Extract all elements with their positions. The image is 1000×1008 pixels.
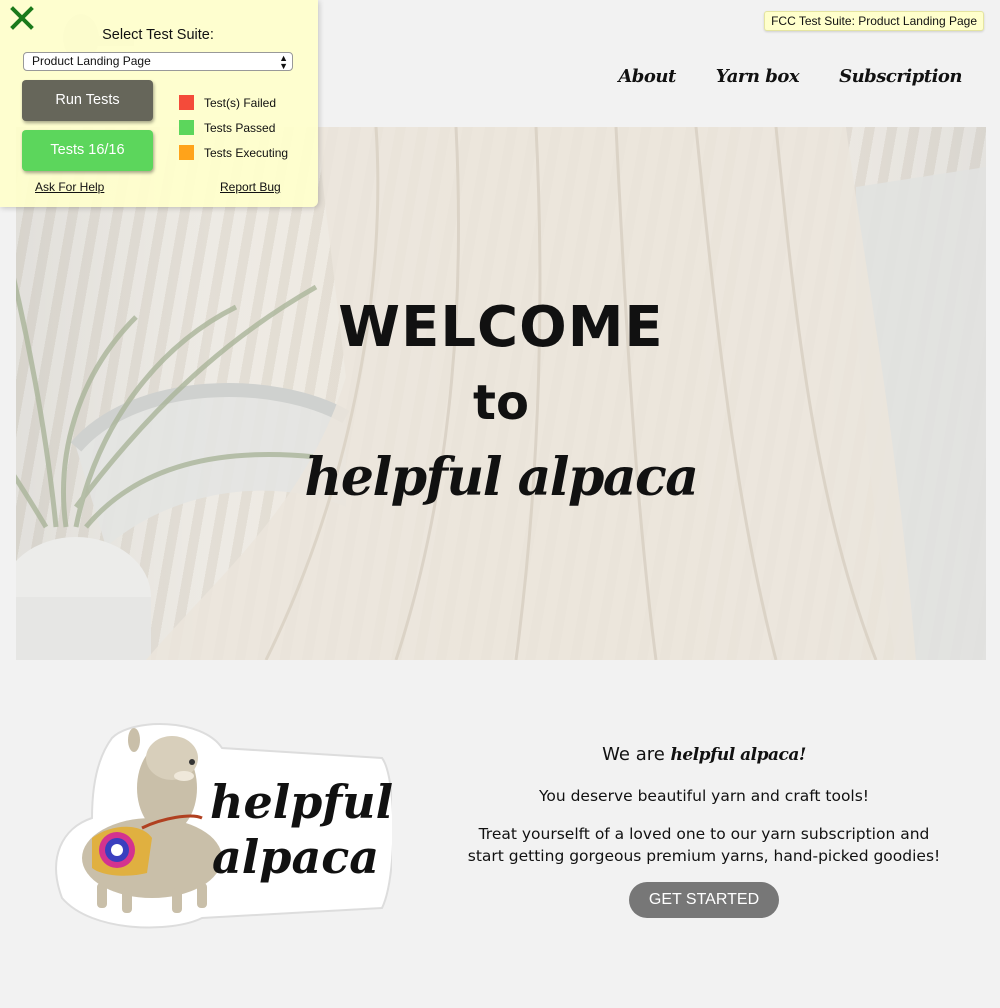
about-heading-brand: helpful alpaca! — [670, 745, 807, 765]
legend-label-executing: Tests Executing — [204, 145, 289, 160]
executing-swatch-icon — [179, 145, 194, 160]
legend-label-failed: Test(s) Failed — [204, 95, 277, 110]
passed-swatch-icon — [179, 120, 194, 135]
legend-label-passed: Tests Passed — [204, 120, 276, 135]
failed-swatch-icon — [179, 95, 194, 110]
hero-brand-name: helpful alpaca — [304, 447, 699, 508]
about-heading-prefix: We are — [602, 744, 671, 765]
legend-item-executing: Tests Executing — [179, 140, 288, 165]
get-started-button[interactable]: GET STARTED — [628, 882, 780, 918]
test-suite-select[interactable]: Product Landing Page ▲ ▼ — [23, 52, 293, 71]
hero-to: to — [473, 375, 529, 431]
nav-link-yarn-box[interactable]: Yarn box — [716, 66, 800, 87]
select-suite-label: Select Test Suite: — [102, 27, 214, 43]
fcc-test-suite-tag: FCC Test Suite: Product Landing Page — [764, 11, 984, 31]
about-description-line-1: Treat yourselft of a loved one to our ya… — [478, 825, 930, 843]
sticker-text-alpaca: alpaca — [212, 830, 379, 884]
about-text-block: We are helpful alpaca! You deserve beaut… — [464, 744, 944, 918]
report-bug-link[interactable]: Report Bug — [220, 180, 281, 194]
about-heading: We are helpful alpaca! — [464, 744, 944, 765]
sticker-text-helpful: helpful — [210, 775, 392, 829]
alpaca-sticker-image: helpful alpaca — [55, 723, 392, 929]
hero-welcome: WELCOME — [338, 295, 664, 360]
test-suite-selected-value: Product Landing Page — [32, 54, 151, 68]
nav-link-about[interactable]: About — [618, 66, 676, 87]
run-tests-button[interactable]: Run Tests — [22, 80, 153, 121]
about-section: helpful alpaca We are helpful alpaca! Yo… — [16, 660, 986, 990]
legend-item-passed: Tests Passed — [179, 115, 288, 140]
main-nav: About Yarn box Subscription — [618, 66, 962, 87]
fcc-test-panel: Select Test Suite: Product Landing Page … — [0, 0, 318, 207]
tests-result-button[interactable]: Tests 16/16 — [22, 130, 153, 171]
select-arrows-icon: ▲ ▼ — [279, 53, 288, 71]
about-tagline: You deserve beautiful yarn and craft too… — [538, 787, 870, 805]
ask-for-help-link[interactable]: Ask For Help — [35, 180, 104, 194]
nav-link-subscription[interactable]: Subscription — [839, 66, 962, 87]
legend-item-failed: Test(s) Failed — [179, 90, 288, 115]
about-description-line-2: start getting gorgeous premium yarns, ha… — [467, 847, 941, 865]
test-status-legend: Test(s) Failed Tests Passed Tests Execut… — [179, 90, 288, 165]
